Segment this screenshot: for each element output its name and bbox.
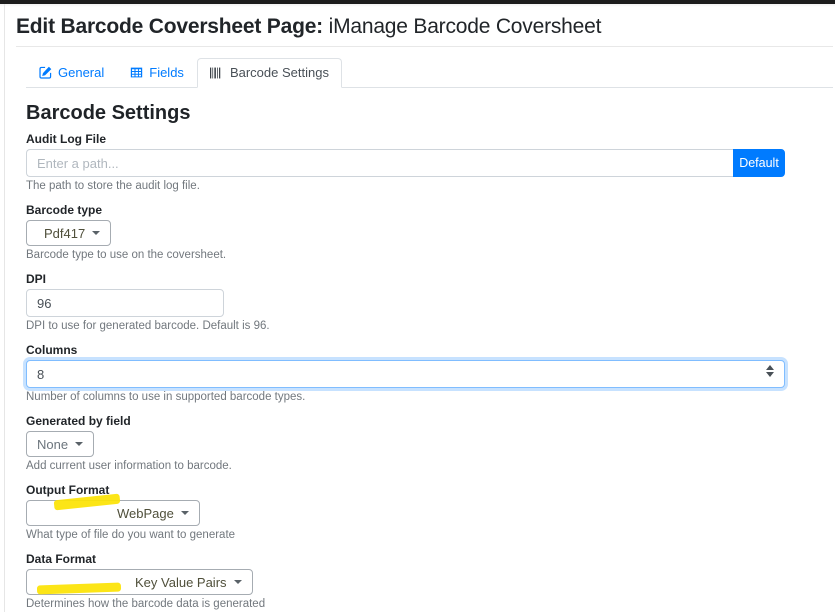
number-spinner[interactable] bbox=[766, 365, 774, 377]
tab-fields[interactable]: Fields bbox=[117, 58, 197, 88]
output-format-label: Output Format bbox=[26, 483, 785, 497]
audit-log-file-input[interactable] bbox=[26, 149, 733, 177]
tab-fields-label: Fields bbox=[149, 65, 184, 80]
window-left-border bbox=[4, 4, 5, 612]
columns-label: Columns bbox=[26, 343, 785, 357]
barcode-type-dropdown[interactable]: Pdf417 bbox=[26, 220, 111, 246]
page-title-prefix: Edit Barcode Coversheet Page: bbox=[16, 15, 323, 38]
barcode-type-group: Barcode type Pdf417 Barcode type to use … bbox=[26, 203, 785, 262]
data-format-group: Data Format Key Value Pairs Determines h… bbox=[26, 552, 785, 611]
generated-by-field-label: Generated by field bbox=[26, 414, 785, 428]
columns-input-wrap bbox=[26, 360, 785, 388]
edit-icon bbox=[39, 66, 52, 79]
columns-group: Columns Number of columns to use in supp… bbox=[26, 343, 785, 404]
page-header: Edit Barcode Coversheet Page: iManage Ba… bbox=[0, 7, 835, 40]
data-format-dropdown[interactable]: Key Value Pairs bbox=[26, 569, 253, 595]
columns-input[interactable] bbox=[27, 367, 784, 382]
chevron-down-icon bbox=[92, 231, 100, 235]
barcode-type-label: Barcode type bbox=[26, 203, 785, 217]
tab-barcode-settings[interactable]: Barcode Settings bbox=[197, 58, 342, 88]
highlight-annotation-tail bbox=[37, 582, 121, 594]
output-format-value: WebPage bbox=[117, 506, 174, 521]
barcode-type-value: Pdf417 bbox=[44, 226, 85, 241]
tab-barcode-settings-label: Barcode Settings bbox=[230, 65, 329, 80]
data-format-label: Data Format bbox=[26, 552, 785, 566]
tab-bar: General Fields Barcode Settings bbox=[26, 58, 833, 88]
chevron-down-icon bbox=[234, 580, 242, 584]
dpi-help: DPI to use for generated barcode. Defaul… bbox=[26, 320, 785, 333]
data-format-value: Key Value Pairs bbox=[135, 575, 227, 590]
dpi-group: DPI DPI to use for generated barcode. De… bbox=[26, 272, 785, 333]
audit-log-file-group: Audit Log File Default The path to store… bbox=[26, 132, 785, 193]
table-icon bbox=[130, 66, 143, 79]
section-heading: Barcode Settings bbox=[26, 101, 785, 126]
output-format-dropdown[interactable]: WebPage bbox=[26, 500, 200, 526]
columns-help: Number of columns to use in supported ba… bbox=[26, 391, 785, 404]
default-button[interactable]: Default bbox=[733, 149, 785, 177]
audit-log-file-label: Audit Log File bbox=[26, 132, 785, 146]
page-title-name: iManage Barcode Coversheet bbox=[323, 15, 601, 38]
generated-by-field-help: Add current user information to barcode. bbox=[26, 460, 785, 473]
dpi-input[interactable] bbox=[26, 289, 224, 317]
data-format-help: Determines how the barcode data is gener… bbox=[26, 598, 785, 611]
barcode-settings-panel: Barcode Settings Audit Log File Default … bbox=[0, 88, 835, 611]
spinner-down-icon[interactable] bbox=[766, 372, 774, 377]
dpi-label: DPI bbox=[26, 272, 785, 286]
tab-general[interactable]: General bbox=[26, 58, 117, 88]
spinner-up-icon[interactable] bbox=[766, 365, 774, 370]
barcode-type-help: Barcode type to use on the coversheet. bbox=[26, 249, 785, 262]
audit-log-file-help: The path to store the audit log file. bbox=[26, 180, 785, 193]
tab-general-label: General bbox=[58, 65, 104, 80]
header-divider bbox=[16, 46, 833, 47]
generated-by-field-group: Generated by field None Add current user… bbox=[26, 414, 785, 473]
chevron-down-icon bbox=[75, 442, 83, 446]
audit-log-file-input-group: Default bbox=[26, 149, 785, 177]
output-format-help: What type of file do you want to generat… bbox=[26, 529, 785, 542]
page-title: Edit Barcode Coversheet Page: iManage Ba… bbox=[16, 14, 819, 40]
chevron-down-icon bbox=[181, 511, 189, 515]
generated-by-field-value: None bbox=[37, 437, 68, 452]
barcode-icon bbox=[210, 67, 224, 79]
generated-by-field-dropdown[interactable]: None bbox=[26, 431, 94, 457]
output-format-group: Output Format WebPage What type of file … bbox=[26, 483, 785, 542]
